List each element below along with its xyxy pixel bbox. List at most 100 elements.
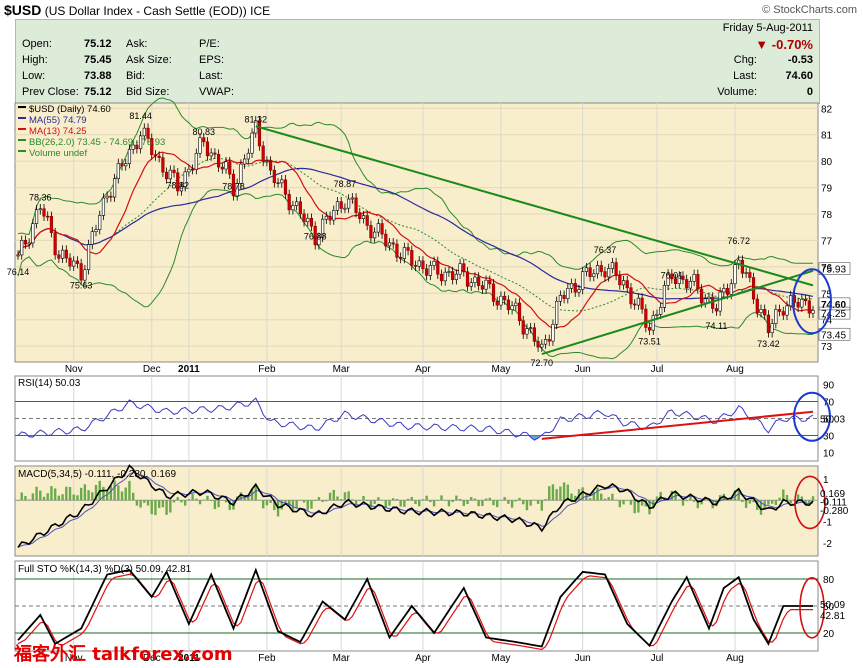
up-candle (98, 215, 102, 230)
down-candle (49, 216, 54, 233)
macd-histogram-bar (466, 500, 469, 505)
x-tick-label: Dec (143, 364, 161, 375)
up-candle (458, 263, 462, 275)
up-candle (729, 283, 733, 295)
macd-histogram-bar (785, 495, 789, 501)
macd-histogram-bar (544, 499, 547, 501)
down-candle (276, 182, 280, 185)
macd-histogram-bar (83, 484, 87, 501)
macd-histogram-bar (224, 500, 228, 503)
macd-histogram-bar (39, 490, 42, 501)
up-candle (332, 210, 336, 221)
down-candle (755, 298, 759, 313)
down-candle (202, 137, 206, 143)
macd-histogram-bar (425, 495, 428, 501)
down-candle (153, 154, 158, 157)
down-candle (164, 171, 169, 180)
price-annotation: 76.37 (594, 245, 617, 255)
x-tick-label: Jun (575, 364, 591, 375)
sto-last-label: 50.09 (820, 600, 845, 611)
rsi-label: RSI(14) 50.03 (18, 378, 81, 389)
up-candle (525, 328, 529, 335)
up-candle (733, 264, 737, 285)
down-candle (436, 261, 440, 275)
down-candle (536, 341, 540, 348)
macd-histogram-bar (447, 500, 451, 507)
up-candle (558, 294, 562, 302)
up-candle (101, 197, 106, 216)
macd-histogram-bar (57, 495, 61, 501)
down-candle (53, 232, 57, 256)
macd-histogram-bar (629, 500, 633, 505)
last-value-label: 75.93 (821, 265, 846, 276)
macd-histogram-bar (321, 500, 324, 503)
macd-histogram-bar (340, 499, 343, 501)
macd-histogram-bar (611, 493, 614, 501)
macd-histogram-bar (741, 500, 744, 503)
up-candle (417, 260, 421, 267)
macd-histogram-bar (440, 495, 443, 501)
macd-histogram-bar (254, 485, 257, 501)
down-candle (354, 197, 358, 213)
up-candle (246, 152, 250, 160)
down-candle (23, 240, 28, 245)
macd-histogram-bar (451, 500, 454, 503)
up-candle (655, 314, 659, 316)
down-candle (213, 152, 217, 155)
down-candle (647, 327, 652, 331)
up-candle (707, 296, 711, 300)
macd-histogram-bar (421, 499, 425, 501)
up-candle (194, 152, 198, 170)
macd-histogram-bar (626, 500, 629, 501)
x-tick-label: Apr (415, 364, 431, 375)
down-candle (477, 276, 481, 286)
down-candle (380, 223, 384, 235)
up-candle (789, 295, 793, 307)
macd-histogram-bar (455, 495, 458, 501)
macd-histogram-bar (395, 498, 399, 501)
macd-histogram-bar (380, 500, 384, 501)
up-candle (659, 307, 663, 315)
x-tick-label: Mar (333, 653, 351, 664)
macd-histogram-bar (202, 499, 205, 501)
macd-histogram-bar (499, 499, 503, 501)
up-candle (306, 217, 310, 223)
candle-icon (18, 106, 26, 108)
macd-histogram-bar (432, 500, 436, 507)
macd-histogram-bar (692, 500, 696, 502)
down-candle (287, 194, 291, 211)
down-candle (777, 309, 782, 312)
macd-histogram-bar (87, 490, 90, 501)
price-annotation: 80.83 (192, 127, 215, 137)
down-candle (640, 297, 644, 310)
down-candle (75, 260, 80, 264)
price-annotation: 74.11 (705, 321, 727, 331)
up-candle (447, 271, 451, 273)
down-candle (413, 265, 418, 267)
up-candle (744, 272, 748, 274)
down-candle (191, 168, 195, 171)
macd-histogram-bar (113, 480, 116, 501)
x-tick-label: Nov (65, 364, 83, 375)
up-candle (376, 223, 380, 233)
macd-histogram-bar (79, 487, 83, 501)
x-tick-label: Apr (415, 653, 431, 664)
down-candle (465, 271, 470, 287)
macd-histogram-bar (76, 495, 79, 501)
macd-histogram-bar (618, 500, 622, 508)
price-annotation: 78.36 (29, 192, 52, 202)
up-candle (432, 261, 436, 266)
macd-histogram-bar (61, 494, 64, 501)
up-candle (31, 223, 35, 244)
down-candle (781, 311, 785, 316)
line-icon (18, 128, 26, 130)
up-candle (774, 309, 778, 324)
macd-histogram-bar (778, 497, 781, 501)
macd-histogram-bar (410, 496, 413, 501)
macd-histogram-bar (139, 500, 142, 508)
macd-histogram-bar (206, 495, 209, 501)
up-candle (295, 201, 299, 206)
down-candle (328, 215, 332, 221)
up-candle (265, 160, 269, 163)
up-candle (20, 240, 24, 256)
